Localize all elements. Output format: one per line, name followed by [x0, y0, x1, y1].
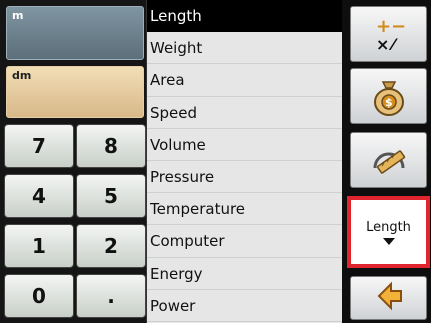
category-item-length[interactable]: Length	[147, 0, 343, 33]
key-2[interactable]: 2	[76, 224, 146, 268]
category-item-speed[interactable]: Speed	[147, 97, 343, 129]
category-item-volume[interactable]: Volume	[147, 129, 343, 161]
category-item-energy[interactable]: Energy	[147, 258, 343, 290]
chevron-down-icon	[382, 237, 395, 245]
length-selector-button[interactable]: Length	[347, 196, 430, 268]
right-toolbar: + − × ⁄ $ Length	[342, 0, 431, 323]
left-panel: m dm 7 8 4 5 1 2 0 .	[0, 0, 146, 323]
length-selector-label: Length	[366, 219, 411, 235]
svg-text:−: −	[391, 16, 406, 37]
svg-text:×: ×	[376, 35, 389, 54]
key-4[interactable]: 4	[4, 174, 74, 218]
source-unit-field[interactable]: m	[6, 6, 144, 60]
target-unit-field[interactable]: dm	[6, 66, 144, 118]
money-bag-icon: $	[373, 81, 404, 116]
key-8[interactable]: 8	[76, 124, 146, 168]
unit-converter-app: m dm 7 8 4 5 1 2 0 . Length Weight Area …	[0, 0, 431, 323]
category-item-temperature[interactable]: Temperature	[147, 193, 343, 226]
key-0[interactable]: 0	[4, 274, 74, 318]
category-item-power[interactable]: Power	[147, 290, 343, 322]
key-decimal[interactable]: .	[76, 274, 146, 318]
key-5[interactable]: 5	[76, 174, 146, 218]
svg-text:$: $	[385, 96, 393, 109]
back-button[interactable]	[350, 276, 427, 320]
category-item-weight[interactable]: Weight	[147, 32, 343, 65]
key-1[interactable]: 1	[4, 224, 74, 268]
category-item-pressure[interactable]: Pressure	[147, 161, 343, 194]
category-item-computer[interactable]: Computer	[147, 225, 343, 258]
calculator-icon: + − × ⁄	[376, 16, 406, 54]
category-item-area[interactable]: Area	[147, 64, 343, 97]
ruler-icon	[373, 150, 405, 174]
key-7[interactable]: 7	[4, 124, 74, 168]
back-arrow-icon	[377, 281, 402, 311]
source-unit-label: m	[12, 9, 24, 22]
keypad: 7 8 4 5 1 2 0 .	[0, 124, 146, 323]
unit-category-list: Length Weight Area Speed Volume Pressure…	[146, 0, 344, 323]
svg-text:⁄: ⁄	[388, 35, 398, 54]
measure-button[interactable]	[350, 132, 427, 188]
currency-button[interactable]: $	[350, 68, 427, 124]
svg-text:+: +	[376, 16, 391, 37]
calculator-button[interactable]: + − × ⁄	[350, 6, 427, 62]
target-unit-label: dm	[12, 69, 32, 82]
